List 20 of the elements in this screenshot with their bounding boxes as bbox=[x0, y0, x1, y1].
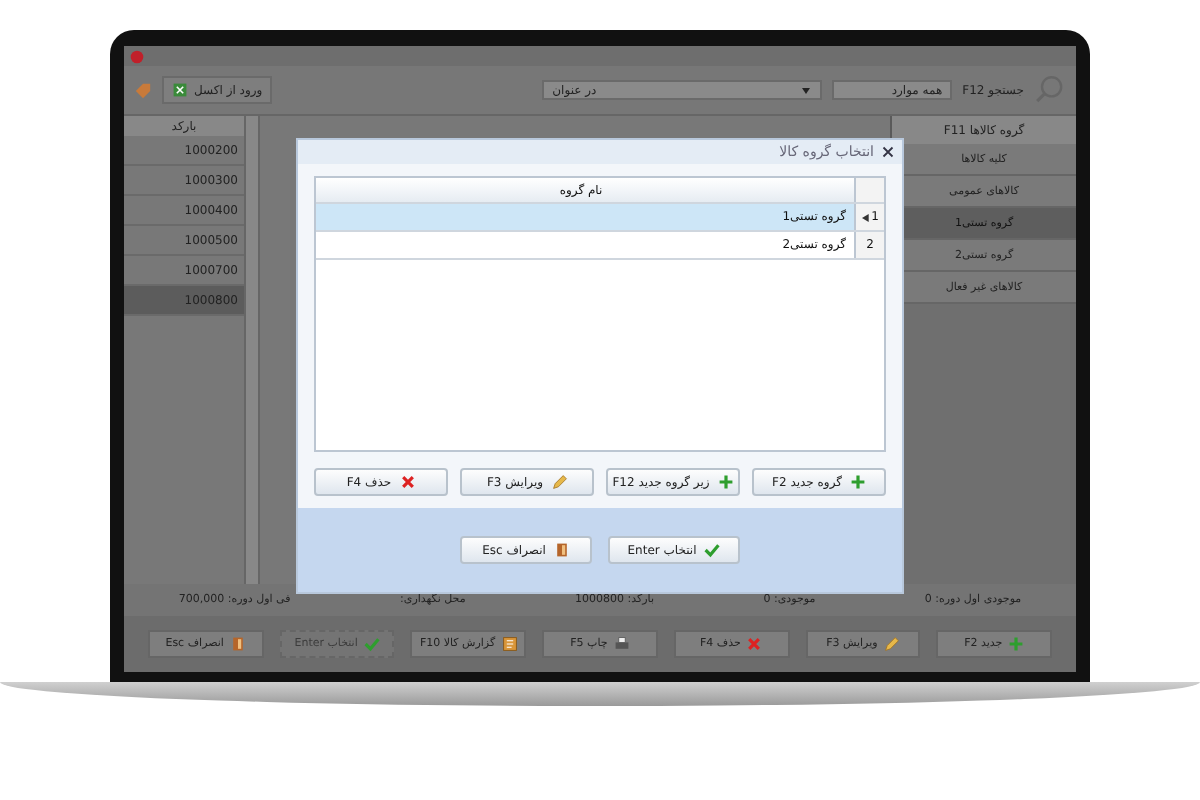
plus-icon bbox=[717, 474, 734, 490]
door-icon bbox=[553, 542, 570, 558]
plus-icon bbox=[850, 474, 866, 490]
tag-icon[interactable] bbox=[134, 81, 152, 99]
row-pointer-icon bbox=[861, 213, 870, 221]
dropdown-caret-icon bbox=[800, 84, 813, 96]
report-icon bbox=[501, 636, 518, 652]
door-icon bbox=[229, 636, 246, 652]
close-icon[interactable] bbox=[882, 146, 894, 158]
pencil-icon bbox=[551, 474, 568, 490]
scrollbar[interactable] bbox=[246, 116, 260, 584]
pencil-icon bbox=[883, 636, 900, 652]
printer-icon bbox=[613, 636, 630, 652]
spreadsheet-icon bbox=[172, 82, 188, 98]
cross-icon bbox=[746, 636, 763, 652]
plus-icon bbox=[1008, 636, 1025, 652]
app-logo-icon bbox=[130, 49, 144, 63]
check-icon bbox=[704, 542, 721, 558]
cross-icon bbox=[399, 474, 416, 490]
check-icon bbox=[363, 636, 380, 652]
